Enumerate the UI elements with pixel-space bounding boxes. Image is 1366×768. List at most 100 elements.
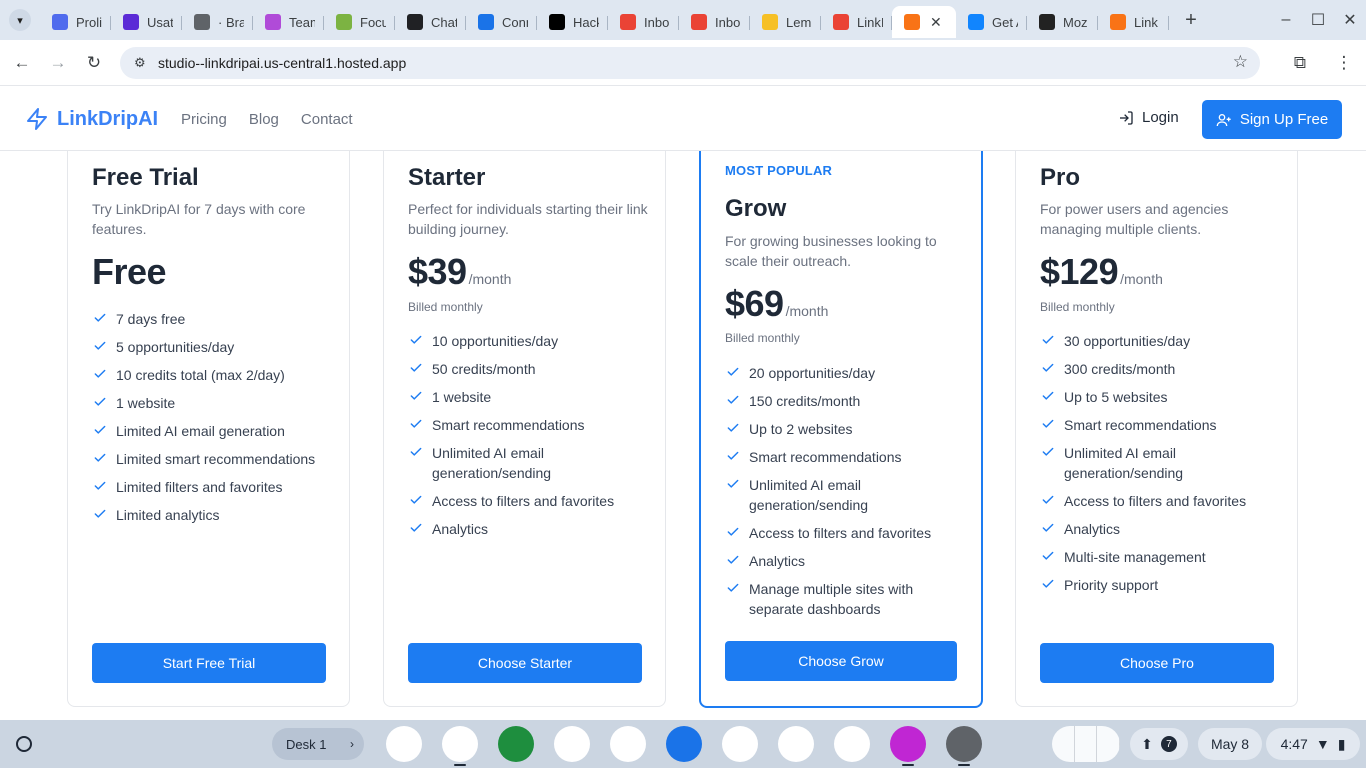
feature-item: Smart recommendations [725,447,959,467]
feature-item: Limited AI email generation [92,421,332,441]
nav-link-pricing[interactable]: Pricing [181,111,227,128]
reload-button[interactable]: ↻ [76,45,112,81]
feature-item: 5 opportunities/day [92,337,332,357]
browser-tab[interactable]: Proli [40,6,111,38]
start-free-trial-button[interactable]: Start Free Trial [92,643,326,683]
browser-tab[interactable]: Hack [537,6,608,38]
more-menu-icon[interactable]: ⋮ [1322,45,1366,81]
gmail-icon[interactable] [554,726,590,762]
browser-tab[interactable]: Focu [324,6,395,38]
close-window-icon[interactable]: ✕ [1334,10,1366,30]
choose-starter-button[interactable]: Choose Starter [408,643,642,683]
choose-pro-button[interactable]: Choose Pro [1040,643,1274,683]
feature-list: 10 opportunities/day 50 credits/month 1 we… [408,331,648,547]
feature-text: Limited AI email generation [116,423,285,439]
status-tray[interactable]: 4:47 ▼ ▮ [1266,728,1360,760]
wifi-icon: ▼ [1315,736,1330,752]
play-store-icon[interactable] [834,726,870,762]
tab-title: · Bra [218,14,244,30]
browser-tab[interactable]: LinkI [821,6,892,38]
tab-title: Hack [573,14,599,30]
chevron-right-icon: › [350,737,354,751]
choose-grow-button[interactable]: Choose Grow [725,641,957,681]
price-amount: $129 [1040,251,1119,292]
feature-item: Limited smart recommendations [92,449,332,469]
feature-item: 300 credits/month [1040,359,1280,379]
brand-logo[interactable]: LinkDripAI [25,106,158,132]
browser-tab[interactable]: Inbo [679,6,750,38]
feature-item: Priority support [1040,575,1280,595]
desk-switcher[interactable]: Desk 1 › [272,728,364,760]
check-icon [94,369,106,378]
browser-tab[interactable]: Moz [1027,6,1098,38]
tab-title: Team [289,14,315,30]
feature-text: Up to 5 websites [1064,389,1168,405]
notification-tray[interactable]: ⬆ 7 [1130,728,1188,760]
sign-up-button[interactable]: Sign Up Free [1202,100,1342,139]
plan-description: Perfect for individuals starting their l… [408,201,648,237]
feature-item: Up to 2 websites [725,419,959,439]
feature-item: Access to filters and favorites [1040,491,1280,511]
minimize-icon[interactable]: – [1270,11,1302,29]
browser-tab[interactable]: Team [253,6,324,38]
date-label: May 8 [1210,736,1250,752]
settings-icon[interactable] [946,726,982,766]
browser-tab[interactable]: Get A [956,6,1027,38]
tab-title: Proli [76,14,102,30]
calendar-icon[interactable] [610,726,646,762]
nav-link-blog[interactable]: Blog [249,111,279,128]
maximize-icon[interactable]: ☐ [1302,10,1334,30]
browser-tab[interactable]: ✕ [892,6,956,38]
feature-item: Manage multiple sites with separate dash… [725,579,959,619]
messages-icon[interactable] [722,726,758,762]
check-icon [410,363,422,372]
doc-icon [336,14,352,30]
check-icon [727,555,739,564]
holding-space-thumbnails[interactable] [1052,726,1120,762]
site-info-icon[interactable]: ⚙ [134,55,152,71]
feature-text: Manage multiple sites with separate dash… [749,581,914,617]
tab-title: Chat [431,14,457,30]
feature-item: 10 opportunities/day [408,331,648,351]
browser-tab[interactable]: Link [1098,6,1169,38]
extensions-icon[interactable]: ⧉ [1278,45,1322,81]
browser-tab[interactable]: Conn [466,6,537,38]
app-icon[interactable] [890,726,926,766]
browser-tab[interactable]: Chat [395,6,466,38]
chrome-icon[interactable] [442,726,478,766]
browser-tab[interactable]: Lem [750,6,821,38]
tab-search-button[interactable]: ▾ [0,0,40,40]
feature-text: 10 opportunities/day [432,333,559,349]
price-amount: $39 [408,251,467,292]
back-button[interactable]: ← [4,45,40,81]
browser-tab[interactable]: Usat [111,6,182,38]
gemini-icon[interactable] [386,726,422,762]
files-icon[interactable] [666,726,702,762]
launcher-button[interactable] [10,730,38,758]
battery-icon: ▮ [1337,735,1346,752]
tab-title: Link [1134,14,1158,30]
new-tab-button[interactable]: + [1175,4,1207,36]
feature-item: Analytics [725,551,959,571]
tab-title: Inbo [644,14,670,30]
login-button[interactable]: Login [1118,109,1179,126]
browser-tab[interactable]: · Bra [182,6,253,38]
feature-text: Multi-site management [1064,549,1206,565]
bookmark-star-icon[interactable]: ☆ [1233,52,1248,72]
apps-icon[interactable] [498,726,534,762]
plan-description: For growing businesses looking to scale … [725,233,937,269]
nav-link-contact[interactable]: Contact [301,111,353,128]
feature-item: 1 website [408,387,648,407]
close-tab-icon[interactable]: ✕ [930,14,942,31]
tab-title: Moz [1063,14,1088,30]
address-bar[interactable]: ⚙ studio--linkdripai.us-central1.hosted.… [120,47,1260,79]
globe-icon [194,14,210,30]
price-amount: Free [92,251,167,292]
desk-label: Desk 1 [286,736,327,752]
meet-icon[interactable] [778,726,814,762]
login-label: Login [1142,109,1179,126]
browser-tab[interactable]: Inbo [608,6,679,38]
plan-name: Free Trial [92,164,199,191]
forward-button[interactable]: → [40,45,76,81]
date-tray[interactable]: May 8 [1198,728,1262,760]
